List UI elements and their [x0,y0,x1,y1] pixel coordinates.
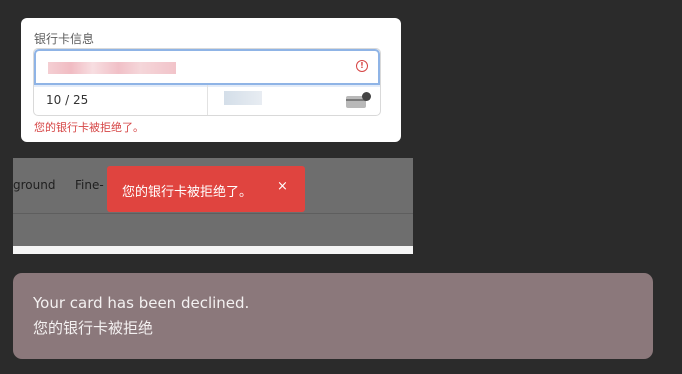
cvc-input[interactable] [224,91,262,105]
message-line-english: Your card has been declined. [33,294,250,312]
card-input-group: ! 10 / 25 [33,48,381,116]
card-details-form: 银行卡信息 ! 10 / 25 您的银行卡被拒绝了。 [21,18,401,142]
error-toast: 您的银行卡被拒绝了。 × [107,166,305,212]
message-line-chinese: 您的银行卡被拒绝 [33,319,154,337]
nav-item-fine[interactable]: Fine- [75,178,104,192]
field-divider [207,85,208,115]
expiry-input[interactable]: 10 / 25 [46,93,88,107]
cvc-badge-icon [362,92,371,101]
screen: 银行卡信息 ! 10 / 25 您的银行卡被拒绝了。 ground Fine- … [0,0,682,374]
redacted-card-number [48,62,176,74]
error-icon: ! [356,60,368,72]
nav-item-partial[interactable]: ground [13,178,55,192]
dimmed-page-section: ground Fine- 您的银行卡被拒绝了。 × [13,158,413,254]
card-number-input[interactable]: ! [34,49,380,85]
message-bubble: Your card has been declined. 您的银行卡被拒绝 [13,273,653,359]
divider [13,213,413,214]
toast-message: 您的银行卡被拒绝了。 [122,185,253,200]
page-bottom-edge [13,246,413,254]
close-icon[interactable]: × [277,179,288,194]
card-info-label: 银行卡信息 [34,32,95,46]
card-expiry-cvc-row: 10 / 25 [34,85,380,115]
card-error-message: 您的银行卡被拒绝了。 [34,121,144,134]
